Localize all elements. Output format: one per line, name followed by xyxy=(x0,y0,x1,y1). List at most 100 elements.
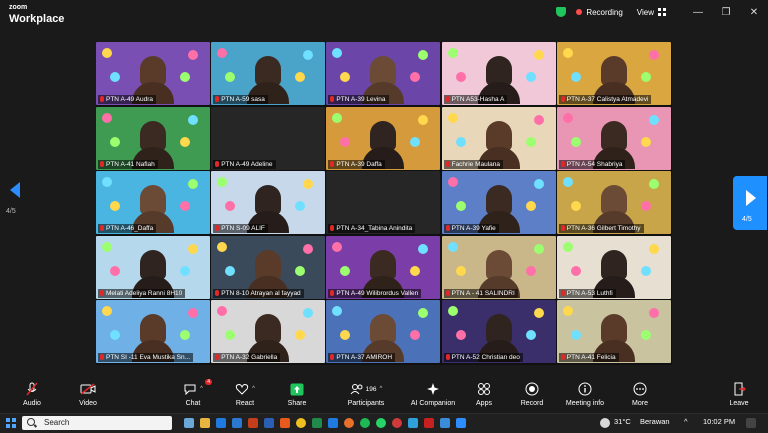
sticker-decoration xyxy=(225,201,236,212)
sticker-decoration xyxy=(217,241,228,252)
powerpoint-icon[interactable] xyxy=(280,418,290,428)
sticker-decoration xyxy=(562,241,573,252)
participant-name: PTN A-52 Christian deo xyxy=(443,353,523,363)
next-page-button[interactable]: 4/5 xyxy=(733,176,767,230)
chevron-up-icon[interactable]: ^ xyxy=(380,386,383,392)
sticker-decoration xyxy=(525,72,536,82)
spotify-icon[interactable] xyxy=(360,418,370,428)
participant-tile[interactable]: PTN A-37 Calistya Atmadevi xyxy=(556,42,671,105)
whatsapp-icon[interactable] xyxy=(376,418,386,428)
participant-tile[interactable]: PTN A-41 Naflah xyxy=(96,106,210,170)
security-shield-icon[interactable] xyxy=(556,7,567,17)
participant-tile[interactable]: Fachrie Maulana xyxy=(441,106,556,170)
more-button[interactable]: More xyxy=(628,381,652,407)
close-button[interactable]: ✕ xyxy=(740,0,768,24)
chat-button[interactable]: 4 ^ Chat xyxy=(180,379,212,407)
taskbar-search-input[interactable]: Search xyxy=(22,416,172,430)
video-label: Video xyxy=(79,400,97,407)
leave-button[interactable]: Leave xyxy=(726,381,752,407)
tray-chevron-icon[interactable]: ^ xyxy=(684,417,688,426)
sticker-decoration xyxy=(447,306,458,317)
restore-button[interactable]: ❐ xyxy=(712,0,740,24)
participant-video xyxy=(600,120,627,151)
file-explorer-icon[interactable] xyxy=(184,418,194,428)
participant-name: PTN A-49 Adeline xyxy=(213,159,276,169)
weather-temp[interactable]: 31°C xyxy=(614,417,631,426)
store-icon[interactable] xyxy=(328,418,338,428)
video-button[interactable]: Video xyxy=(74,381,102,407)
participant-tile[interactable]: PTN A-37 AMIROH xyxy=(326,300,441,364)
participant-tile[interactable]: PTN A-39 Levina xyxy=(326,42,441,105)
sticker-decoration xyxy=(110,330,120,341)
recording-label[interactable]: Recording xyxy=(586,8,622,17)
participant-tile[interactable]: PTN A - 41 SALINDRI xyxy=(441,235,556,299)
excel-icon[interactable] xyxy=(312,418,322,428)
participant-tile[interactable]: PTN A-39 Yafie xyxy=(441,171,556,235)
previous-page-button[interactable]: 4/5 xyxy=(6,182,26,215)
participant-tile[interactable]: PTN A-49 Adeline xyxy=(211,106,326,170)
folder-icon[interactable] xyxy=(200,418,210,428)
clock[interactable]: 10:02 PM xyxy=(703,417,735,426)
apps-button[interactable]: Apps xyxy=(472,381,496,407)
sticker-decoration xyxy=(562,48,573,58)
sticker-decoration xyxy=(640,265,651,276)
sticker-decoration xyxy=(110,72,120,82)
notification-icon[interactable] xyxy=(746,418,756,428)
mail-icon[interactable] xyxy=(232,418,242,428)
firefox-icon[interactable] xyxy=(344,418,354,428)
sticker-decoration xyxy=(562,177,573,188)
chrome-icon[interactable] xyxy=(296,418,306,428)
participant-tile[interactable]: PTN A-34_Tabina Anindita xyxy=(326,171,441,235)
sticker-decoration xyxy=(418,243,429,254)
photos-icon[interactable] xyxy=(408,418,418,428)
participant-name: PTN A-49 Wilibrordus Vallen xyxy=(328,288,422,298)
participant-name: PTN A-46_Daffa xyxy=(98,224,157,234)
participant-tile[interactable]: PTN A-32 Gabriella xyxy=(211,300,326,364)
react-button[interactable]: ^ React xyxy=(230,381,260,407)
edge-icon[interactable] xyxy=(216,418,226,428)
weather-icon[interactable] xyxy=(600,418,610,428)
muted-mic-icon xyxy=(445,160,450,167)
participant-tile[interactable]: PTN SI -11 Eva Mustika Sn... xyxy=(96,300,210,364)
participant-video xyxy=(255,56,282,86)
view-button[interactable]: View xyxy=(637,8,654,17)
muted-mic-icon xyxy=(330,96,335,102)
participant-tile[interactable]: PTN A-59 sasa xyxy=(211,42,326,105)
participant-tile[interactable]: PTN A-36 Gilbert Timothy xyxy=(556,171,671,235)
opera-icon[interactable] xyxy=(392,418,402,428)
participant-tile[interactable]: PTN A-49 Wilibrordus Vallen xyxy=(326,235,441,299)
grid-view-icon[interactable] xyxy=(658,8,666,16)
audio-button[interactable]: Audio xyxy=(18,381,46,407)
participant-tile[interactable]: PTN A-39 Daffa xyxy=(326,106,441,170)
chevron-up-icon[interactable]: ^ xyxy=(252,386,255,392)
word-icon[interactable] xyxy=(264,418,274,428)
participant-tile[interactable]: PTN A-52 Christian deo xyxy=(441,300,556,364)
participant-tile[interactable]: PTN S-09 ALIF xyxy=(211,171,326,235)
weather-desc[interactable]: Berawan xyxy=(640,417,670,426)
ai-companion-button[interactable]: AI Companion xyxy=(406,381,460,407)
zoom-taskbar-icon[interactable] xyxy=(456,418,466,428)
participant-tile[interactable]: PTN A53-Hasha A xyxy=(441,42,556,105)
minimize-button[interactable]: — xyxy=(684,0,712,24)
sticker-decoration xyxy=(648,308,659,319)
participant-tile[interactable]: PTN A-41 Felicia xyxy=(556,300,671,364)
participants-button[interactable]: 196 ^ Participants xyxy=(344,381,388,407)
participant-name-text: PTN A-39 Levina xyxy=(336,96,386,103)
participant-video xyxy=(140,120,166,151)
share-button[interactable]: Share xyxy=(284,381,310,407)
participant-tile[interactable]: PTN 8-10 Atrayan al fayyad xyxy=(211,235,326,299)
chevron-up-icon[interactable]: ^ xyxy=(200,386,203,392)
sticker-decoration xyxy=(640,201,651,212)
participant-tile[interactable]: PTN A-46_Daffa xyxy=(96,171,210,235)
participant-tile[interactable]: PTN A-53 Luthfi xyxy=(556,235,671,299)
participant-tile[interactable]: Melati Adeliya Ranni 8H10 xyxy=(96,235,210,299)
acrobat-icon[interactable] xyxy=(424,418,434,428)
participant-name: PTN S-09 ALIF xyxy=(213,224,268,234)
participant-tile[interactable]: PTN A-54 Shabriya xyxy=(556,106,671,170)
participant-tile[interactable]: PTN A-49 Audra xyxy=(96,42,210,105)
meeting-info-button[interactable]: Meeting info xyxy=(562,381,608,407)
terminal-icon[interactable] xyxy=(440,418,450,428)
record-button[interactable]: Record xyxy=(518,381,546,407)
windows-start-icon[interactable] xyxy=(6,418,16,428)
office-icon[interactable] xyxy=(248,418,258,428)
